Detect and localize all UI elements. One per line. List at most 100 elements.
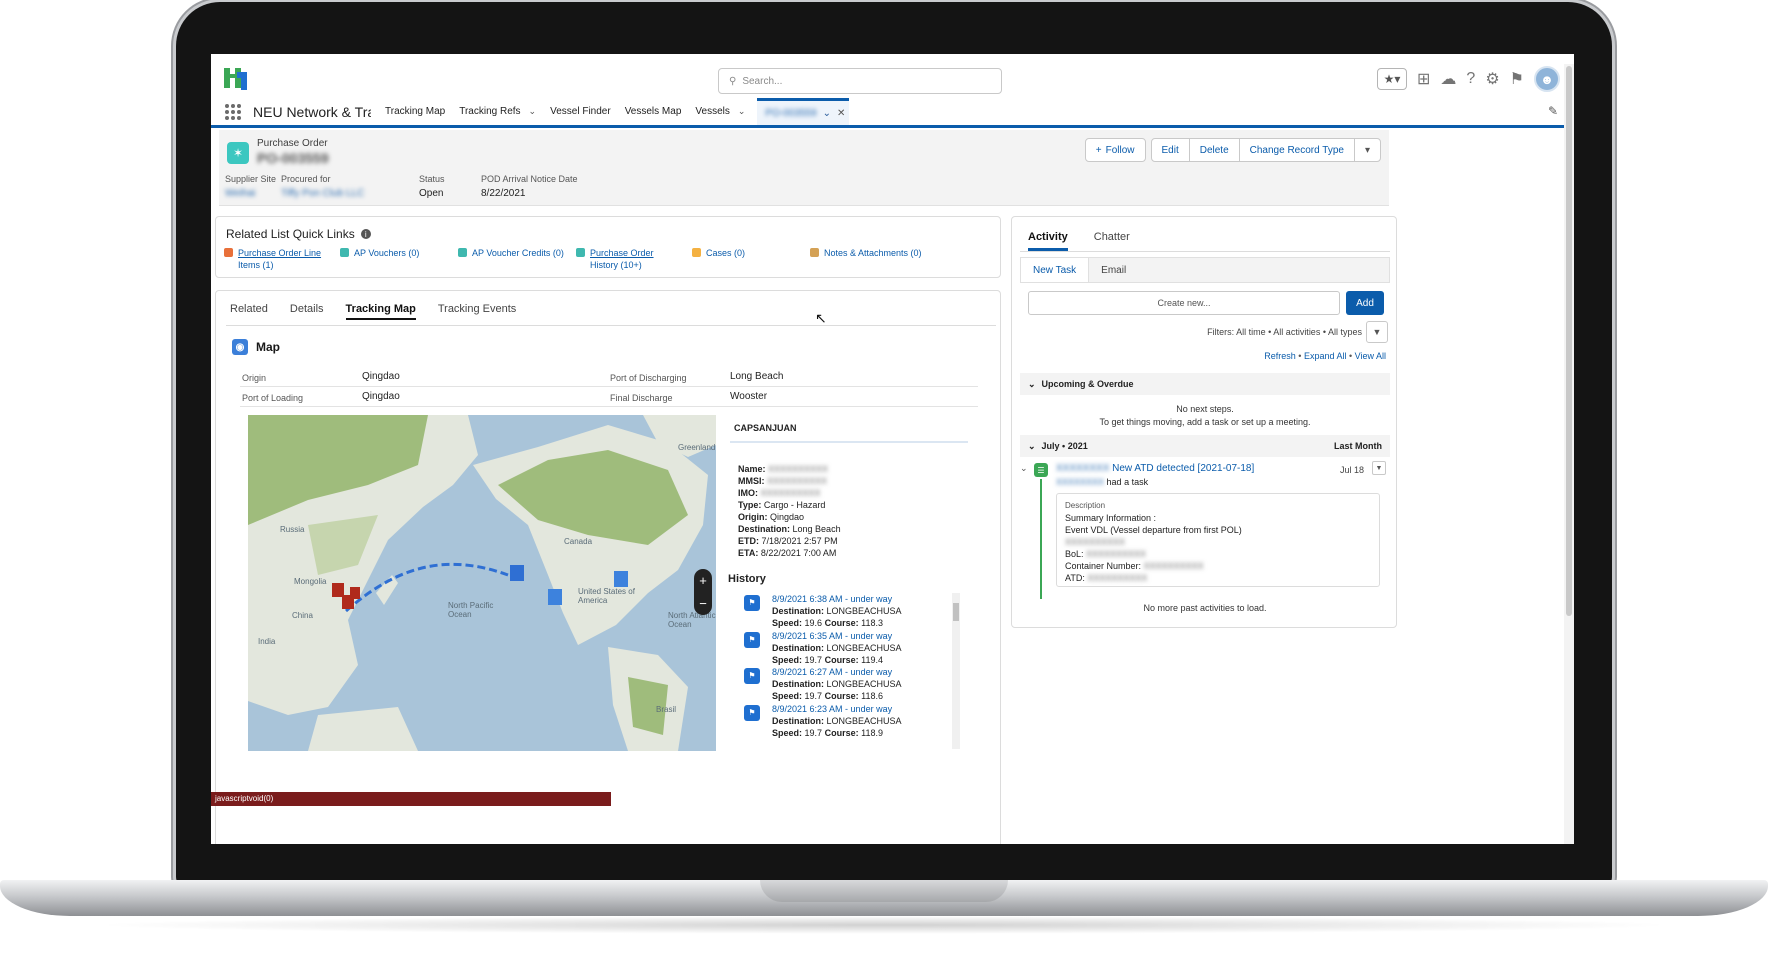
add-button[interactable]: Add (1346, 291, 1384, 315)
no-more-activities: No more past activities to load. (1143, 603, 1267, 613)
page-scrollbar[interactable] (1564, 64, 1574, 844)
nav-item-tracking-map[interactable]: Tracking Map (385, 106, 445, 117)
avatar[interactable]: ☻ (1534, 66, 1560, 92)
tab-details[interactable]: Details (290, 303, 324, 320)
favorites-star-icon[interactable]: ★▾ (1377, 68, 1407, 90)
ap-voucher-icon (340, 248, 349, 257)
field-row-2: Port of Loading Qingdao Final Discharge … (240, 387, 978, 407)
field-status: Status Open (419, 174, 445, 199)
more-actions-button[interactable]: ▾ (1353, 138, 1381, 162)
vessel-tab[interactable]: CAPSANJUAN (734, 423, 797, 433)
no-next-steps: No next steps. To get things moving, add… (1099, 404, 1311, 427)
edit-button[interactable]: Edit (1150, 138, 1190, 162)
chevron-down-icon[interactable]: ⌄ (738, 106, 746, 117)
add-icon[interactable]: ⊞ (1417, 69, 1430, 89)
quick-link-cases[interactable]: Cases (0) (692, 247, 745, 259)
tab-active-record[interactable]: PO-003559 ⌄ ✕ (757, 98, 850, 125)
zoom-out-button[interactable]: − (699, 596, 707, 611)
laptop-notch (760, 880, 1008, 902)
app-nav-bar: NEU Network & Tra... Tracking Map Tracki… (211, 98, 1574, 128)
chevron-down-icon[interactable]: ⌄ (529, 106, 537, 117)
nav-item-vessel-finder[interactable]: Vessel Finder (550, 106, 611, 117)
delete-button[interactable]: Delete (1188, 138, 1240, 162)
record-tabs: Related Details Tracking Map Tracking Ev… (230, 303, 516, 320)
quick-link-ap-vouchers[interactable]: AP Vouchers (0) (340, 247, 419, 259)
field-row-1: Origin Qingdao Port of Discharging Long … (240, 367, 978, 387)
activity-links: Refresh • Expand All • View All (1264, 351, 1386, 361)
close-icon[interactable]: ✕ (837, 108, 845, 119)
history-item: ⚑ 8/9/2021 6:35 AM - under way Destinati… (744, 630, 956, 667)
task-date: Jul 18 (1339, 465, 1364, 475)
tab-activity[interactable]: Activity (1028, 231, 1068, 251)
plus-icon: + (1095, 144, 1102, 156)
po-line-icon (224, 248, 233, 257)
section-upcoming[interactable]: ⌄ Upcoming & Overdue (1020, 373, 1390, 395)
help-icon[interactable]: ? (1466, 70, 1475, 88)
follow-button[interactable]: + Follow (1084, 138, 1146, 162)
trailhead-icon[interactable]: ☁ (1440, 69, 1456, 89)
map-section-title: ◉ Map (232, 339, 280, 355)
task-description: Description Summary Information : Event … (1056, 493, 1380, 587)
history-scrollbar[interactable] (952, 593, 960, 749)
activity-panel: Activity Chatter New Task Email Create n… (1011, 216, 1397, 628)
quick-link-notes[interactable]: Notes & Attachments (0) (810, 247, 922, 259)
related-list-quick-links: Related List Quick Links i Purchase Order… (215, 216, 1001, 278)
history-item: ⚑ 8/9/2021 6:27 AM - under way Destinati… (744, 666, 956, 703)
chevron-down-icon[interactable]: ⌄ (1020, 463, 1028, 474)
tab-tracking-map[interactable]: Tracking Map (345, 303, 416, 320)
notes-icon (810, 248, 819, 257)
vessel-flag-icon: ⚑ (744, 595, 760, 611)
header-icons: ★▾ ⊞ ☁ ? ⚙ ⚑ ☻ (1377, 66, 1560, 92)
chevron-down-icon[interactable]: ⌄ (823, 108, 831, 119)
gear-icon[interactable]: ⚙ (1485, 69, 1499, 89)
history-title: History (728, 573, 766, 585)
quick-link-po-history[interactable]: Purchase Order History (10+) (576, 247, 654, 271)
app-launcher-icon[interactable] (225, 103, 241, 120)
global-search[interactable]: ⚲ Search... (718, 68, 1002, 94)
history-list: ⚑ 8/9/2021 6:38 AM - under way Destinati… (744, 593, 956, 739)
quick-link-po-lines[interactable]: Purchase Order Line Items (1) (224, 247, 321, 271)
section-july-2021[interactable]: ⌄ July • 2021 Last Month (1020, 435, 1390, 457)
vessel-flag-icon: ⚑ (744, 631, 760, 648)
nav-item-vessels[interactable]: Vessels ⌄ (695, 106, 745, 117)
laptop-shadow (90, 916, 1678, 934)
ap-credit-icon (458, 248, 467, 257)
record-actions: + Follow Edit Delete Change Record Type ▾ (1084, 138, 1381, 162)
record-name: PO-003559 (257, 150, 329, 166)
expand-all-link[interactable]: Expand All (1304, 351, 1347, 361)
purchase-order-icon: ✶ (227, 142, 249, 164)
tab-tracking-events[interactable]: Tracking Events (438, 303, 516, 320)
nav-item-vessels-map[interactable]: Vessels Map (625, 106, 682, 117)
app-name: NEU Network & Tra... (253, 103, 371, 120)
quick-link-ap-voucher-credits[interactable]: AP Voucher Credits (0) (458, 247, 564, 259)
history-item: ⚑ 8/9/2021 6:23 AM - under way Destinati… (744, 703, 956, 740)
record-header: ✶ Purchase Order PO-003559 + Follow Edit … (219, 130, 1389, 206)
refresh-link[interactable]: Refresh (1264, 351, 1296, 361)
record-highlights: Supplier Site Weihai Procured for Tiffy … (219, 166, 1389, 210)
field-pod-arrival: POD Arrival Notice Date 8/22/2021 (481, 174, 578, 199)
task-timeline (1040, 479, 1042, 599)
view-all-link[interactable]: View All (1355, 351, 1386, 361)
tab-email[interactable]: Email (1089, 258, 1138, 282)
tab-chatter[interactable]: Chatter (1094, 231, 1130, 251)
search-input[interactable]: Search... (742, 76, 782, 87)
bell-icon[interactable]: ⚑ (1510, 69, 1524, 89)
tracking-map[interactable]: Greenland Russia Mongolia China India Ca… (248, 415, 716, 751)
nav-item-tracking-refs[interactable]: Tracking Refs ⌄ (459, 106, 536, 117)
change-record-type-button[interactable]: Change Record Type (1238, 138, 1355, 162)
chevron-down-icon: ▾ (1364, 144, 1370, 156)
edit-nav-icon[interactable]: ✎ (1548, 104, 1558, 118)
filter-icon[interactable]: ▼ (1366, 321, 1388, 343)
info-icon[interactable]: i (360, 229, 371, 239)
tab-related[interactable]: Related (230, 303, 268, 320)
app-logo[interactable] (221, 66, 249, 92)
task-title[interactable]: XXXXXXXX New ATD detected [2021-07-18] (1056, 463, 1254, 474)
tab-new-task[interactable]: New Task (1021, 258, 1090, 282)
vessel-flag-icon: ⚑ (744, 668, 760, 684)
zoom-in-button[interactable]: + (699, 573, 707, 588)
publisher-tabs: New Task Email (1020, 257, 1390, 283)
chevron-down-icon: ⌄ (1028, 378, 1036, 389)
create-new-input[interactable]: Create new... (1028, 291, 1340, 315)
tabs-divider (226, 325, 996, 326)
task-menu-button[interactable]: ▼ (1372, 461, 1386, 475)
